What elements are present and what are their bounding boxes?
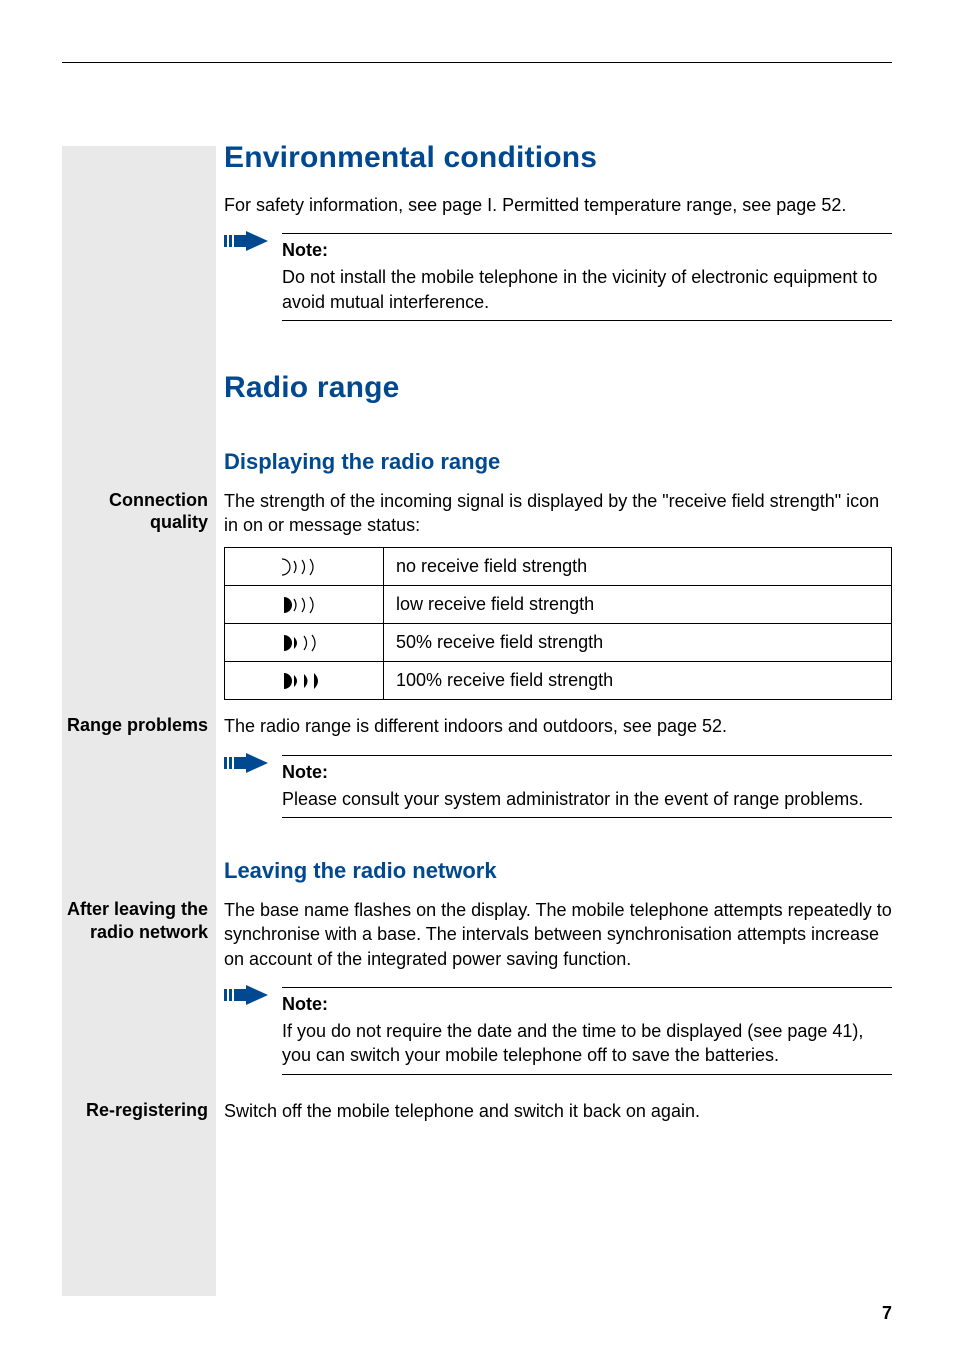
signal-desc: 50% receive field strength bbox=[384, 624, 892, 662]
subheading-displaying-radio-range: Displaying the radio range bbox=[224, 449, 892, 475]
signal-desc: 100% receive field strength bbox=[384, 662, 892, 700]
signal-icon-low bbox=[225, 586, 384, 624]
note-label: Note: bbox=[282, 762, 892, 783]
note-label: Note: bbox=[282, 994, 892, 1015]
label-connection-quality-l1: Connection bbox=[109, 490, 208, 510]
note-label: Note: bbox=[282, 240, 892, 261]
note-arrow-icon bbox=[224, 753, 268, 773]
page-number: 7 bbox=[882, 1303, 892, 1324]
label-connection-quality-l2: quality bbox=[150, 512, 208, 532]
table-row: 100% receive field strength bbox=[225, 662, 892, 700]
signal-desc: no receive field strength bbox=[384, 548, 892, 586]
top-rule bbox=[62, 62, 892, 63]
label-after-leaving-l1: After leaving the bbox=[67, 899, 208, 919]
note-leaving-text: If you do not require the date and the t… bbox=[282, 1019, 892, 1068]
paragraph-re-registering: Switch off the mobile telephone and swit… bbox=[224, 1099, 892, 1123]
note-range: Note: Please consult your system adminis… bbox=[224, 749, 892, 824]
signal-icon-full bbox=[225, 662, 384, 700]
table-row: no receive field strength bbox=[225, 548, 892, 586]
paragraph-range-problems: The radio range is different indoors and… bbox=[224, 714, 892, 738]
label-connection-quality: Connection quality bbox=[62, 489, 208, 534]
note-env: Note: Do not install the mobile telephon… bbox=[224, 227, 892, 327]
label-re-registering: Re-registering bbox=[62, 1099, 208, 1122]
paragraph-after-leaving: The base name flashes on the display. Th… bbox=[224, 898, 892, 971]
heading-radio-range: Radio range bbox=[224, 371, 892, 405]
note-range-text: Please consult your system administrator… bbox=[282, 787, 892, 811]
subheading-leaving-radio-network: Leaving the radio network bbox=[224, 858, 892, 884]
heading-environmental-conditions: Environmental conditions bbox=[224, 141, 892, 175]
note-arrow-icon bbox=[224, 231, 268, 251]
signal-desc: low receive field strength bbox=[384, 586, 892, 624]
signal-strength-table: no receive field strength low receive fi… bbox=[224, 547, 892, 700]
label-after-leaving-l2: radio network bbox=[90, 922, 208, 942]
signal-icon-half bbox=[225, 624, 384, 662]
signal-icon-none bbox=[225, 548, 384, 586]
table-row: low receive field strength bbox=[225, 586, 892, 624]
paragraph-env-intro: For safety information, see page I. Perm… bbox=[224, 193, 892, 217]
paragraph-connection-quality: The strength of the incoming signal is d… bbox=[224, 489, 892, 538]
note-leaving: Note: If you do not require the date and… bbox=[224, 981, 892, 1081]
note-env-text: Do not install the mobile telephone in t… bbox=[282, 265, 892, 314]
label-after-leaving: After leaving the radio network bbox=[62, 898, 208, 943]
table-row: 50% receive field strength bbox=[225, 624, 892, 662]
note-arrow-icon bbox=[224, 985, 268, 1005]
label-range-problems: Range problems bbox=[62, 714, 208, 737]
